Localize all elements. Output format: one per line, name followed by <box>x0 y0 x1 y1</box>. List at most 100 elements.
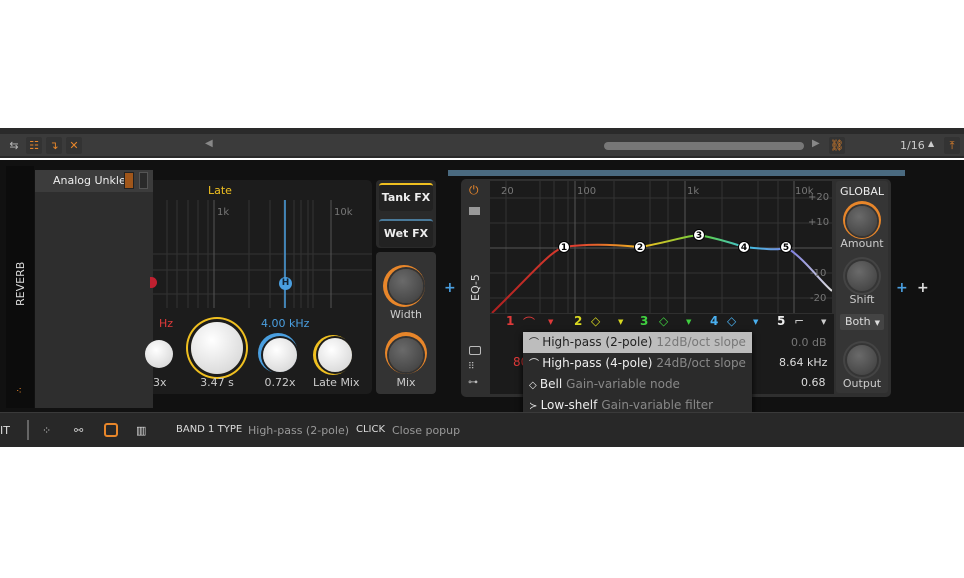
band-1-type-icon[interactable]: ⌒ <box>523 314 535 331</box>
wet-fx-button[interactable]: Wet FX <box>379 219 433 247</box>
eq-node-3[interactable]: 3 <box>693 229 705 241</box>
divider <box>27 420 29 440</box>
mix-label: Mix <box>396 376 416 389</box>
power-icon[interactable]: ⏻ <box>469 183 479 198</box>
global-title: GLOBAL <box>839 185 885 198</box>
shift-label: Shift <box>849 293 875 306</box>
grid-label-10k: 10k <box>334 207 353 218</box>
popup-item-desc: 12dB/oct slope <box>656 335 746 349</box>
band-4-number[interactable]: 4 <box>710 314 718 328</box>
band-5-lowpass-icon[interactable]: ⌐ <box>794 314 804 328</box>
band-2-number[interactable]: 2 <box>574 314 582 328</box>
eq-graph[interactable]: 20 100 1k 10k +20 +10 -10 -20 1 2 3 4 5 <box>490 181 833 314</box>
mode-value: Both <box>845 315 871 328</box>
band-type-popup: ⌒ High-pass (2-pole) 12dB/oct slope ⌒ Hig… <box>523 332 752 420</box>
link-mode-icon[interactable]: ⚯ <box>74 424 83 437</box>
key-icon[interactable]: ⊶ <box>468 377 478 388</box>
band-1-dropdown-icon[interactable]: ▼ <box>548 318 553 326</box>
scroll-right-icon[interactable]: ▶ <box>812 138 820 149</box>
scrollbar[interactable] <box>604 142 804 150</box>
knob-value-1: 3x <box>153 376 167 389</box>
add-device-icon[interactable]: + <box>444 280 456 296</box>
toggle[interactable] <box>139 172 148 189</box>
late-mix-knob[interactable] <box>318 338 352 372</box>
band-2-dropdown-icon[interactable]: ▼ <box>618 318 623 326</box>
device-list-icon[interactable]: ☷ <box>26 137 42 154</box>
scroll-left-icon[interactable]: ◀ <box>205 138 213 149</box>
arrow-down-icon[interactable]: ↴ <box>46 137 62 154</box>
db-label-minus20: -20 <box>810 293 827 304</box>
high-handle[interactable]: H <box>279 277 292 290</box>
grid-view-icon[interactable]: ⁘ <box>42 424 51 437</box>
lowshelf-icon: ≻ <box>529 401 541 412</box>
modulator-icon[interactable]: ⁖ <box>16 386 22 397</box>
hint-value-2: Close popup <box>392 424 461 437</box>
band-4-bell-icon[interactable]: ◇ <box>727 314 736 328</box>
band-3-number[interactable]: 3 <box>640 314 648 328</box>
band-1-number[interactable]: 1 <box>506 314 514 328</box>
eq-node-5[interactable]: 5 <box>780 241 792 253</box>
tank-fx-button[interactable]: Tank FX <box>379 183 433 211</box>
band-5-dropdown-icon[interactable]: ▼ <box>821 318 826 326</box>
band-3-dropdown-icon[interactable]: ▼ <box>686 318 691 326</box>
hint-value-1: High-pass (2-pole) <box>248 424 350 437</box>
folder-icon[interactable] <box>469 207 480 215</box>
add-device-icon-3[interactable]: + <box>917 280 929 296</box>
columns-icon[interactable]: ▥ <box>136 424 146 437</box>
mode-dropdown[interactable]: Both ▼ <box>840 314 884 330</box>
popup-item-desc: 24dB/oct slope <box>656 356 746 370</box>
popup-item-desc: Gain-variable filter <box>601 398 714 412</box>
preset-header[interactable]: Analog Unkle <box>35 170 153 192</box>
output-knob[interactable] <box>847 345 877 375</box>
ratio-value: 0.72x <box>264 376 296 389</box>
chevron-down-icon: ▼ <box>874 319 880 327</box>
band-5-gain[interactable]: 0.0 dB <box>791 336 827 349</box>
freq-label-20: 20 <box>501 186 514 197</box>
band-2-bell-icon[interactable]: ◇ <box>591 314 600 328</box>
band-4-dropdown-icon[interactable]: ▼ <box>753 318 758 326</box>
band-3-bell-icon[interactable]: ◇ <box>659 314 668 328</box>
popup-item-highpass-4[interactable]: ⌒ High-pass (4-pole) 24dB/oct slope <box>523 353 752 374</box>
eq-node-4[interactable]: 4 <box>738 241 750 253</box>
band-5-number[interactable]: 5 <box>777 314 785 328</box>
grid-icon[interactable]: ⠿ <box>468 362 475 372</box>
highpass-icon: ⌒ <box>529 338 543 349</box>
eq-node-2[interactable]: 2 <box>634 241 646 253</box>
hint-key-1: BAND 1 TYPE <box>176 424 243 435</box>
db-label-minus10: -10 <box>810 268 827 279</box>
pin-icon[interactable]: ⤒ <box>944 137 960 154</box>
knob-partial[interactable] <box>145 340 173 368</box>
global-panel: GLOBAL Amount Shift Both ▼ Output <box>836 181 888 393</box>
eq-node-1[interactable]: 1 <box>558 241 570 253</box>
band-5-q[interactable]: 0.68 <box>801 376 826 389</box>
output-label: Output <box>842 377 882 390</box>
link-icon[interactable]: ⛓ <box>829 137 845 154</box>
reverb-panel: Late 1k 10k H Hz 4.00 kHz 3x 3.47 s 0.72… <box>145 180 372 394</box>
freq-label-1k: 1k <box>687 186 700 197</box>
late-label: Late <box>208 184 232 197</box>
mixer-toggle-icon[interactable]: ⇆ <box>6 137 22 154</box>
zoom-arrow-icon[interactable]: ▲ <box>928 139 934 148</box>
decay-knob[interactable] <box>191 322 243 374</box>
popup-item-bell[interactable]: ◇ Bell Gain-variable node <box>523 374 752 395</box>
width-knob[interactable] <box>389 269 423 303</box>
footer-partial-label[interactable]: IT <box>0 424 10 437</box>
ratio-knob[interactable] <box>263 338 297 372</box>
close-icon[interactable]: ✕ <box>66 137 82 154</box>
amount-knob[interactable] <box>847 206 877 236</box>
mix-knob[interactable] <box>389 338 423 372</box>
device-toolbar: ⇆ ☷ ↴ ✕ ◀ ▶ ⛓ 1/16 ▲ ⤒ <box>0 134 964 158</box>
add-device-icon-2[interactable]: + <box>896 280 908 296</box>
late-mix-label: Late Mix <box>313 376 360 389</box>
level-meter <box>124 172 134 189</box>
panel-view-icon[interactable] <box>104 423 118 437</box>
popup-item-label: Low-shelf <box>540 398 598 412</box>
window-icon[interactable] <box>469 346 481 355</box>
reverb-strip[interactable]: REVERB ⁖ <box>6 166 34 408</box>
decay-value: 3.47 s <box>200 376 234 389</box>
band-5-freq[interactable]: 8.64 kHz <box>779 356 827 369</box>
zoom-value[interactable]: 1/16 <box>900 139 925 152</box>
preset-name: Analog Unkle <box>53 174 126 187</box>
popup-item-highpass-2[interactable]: ⌒ High-pass (2-pole) 12dB/oct slope <box>523 332 752 353</box>
shift-knob[interactable] <box>847 261 877 291</box>
